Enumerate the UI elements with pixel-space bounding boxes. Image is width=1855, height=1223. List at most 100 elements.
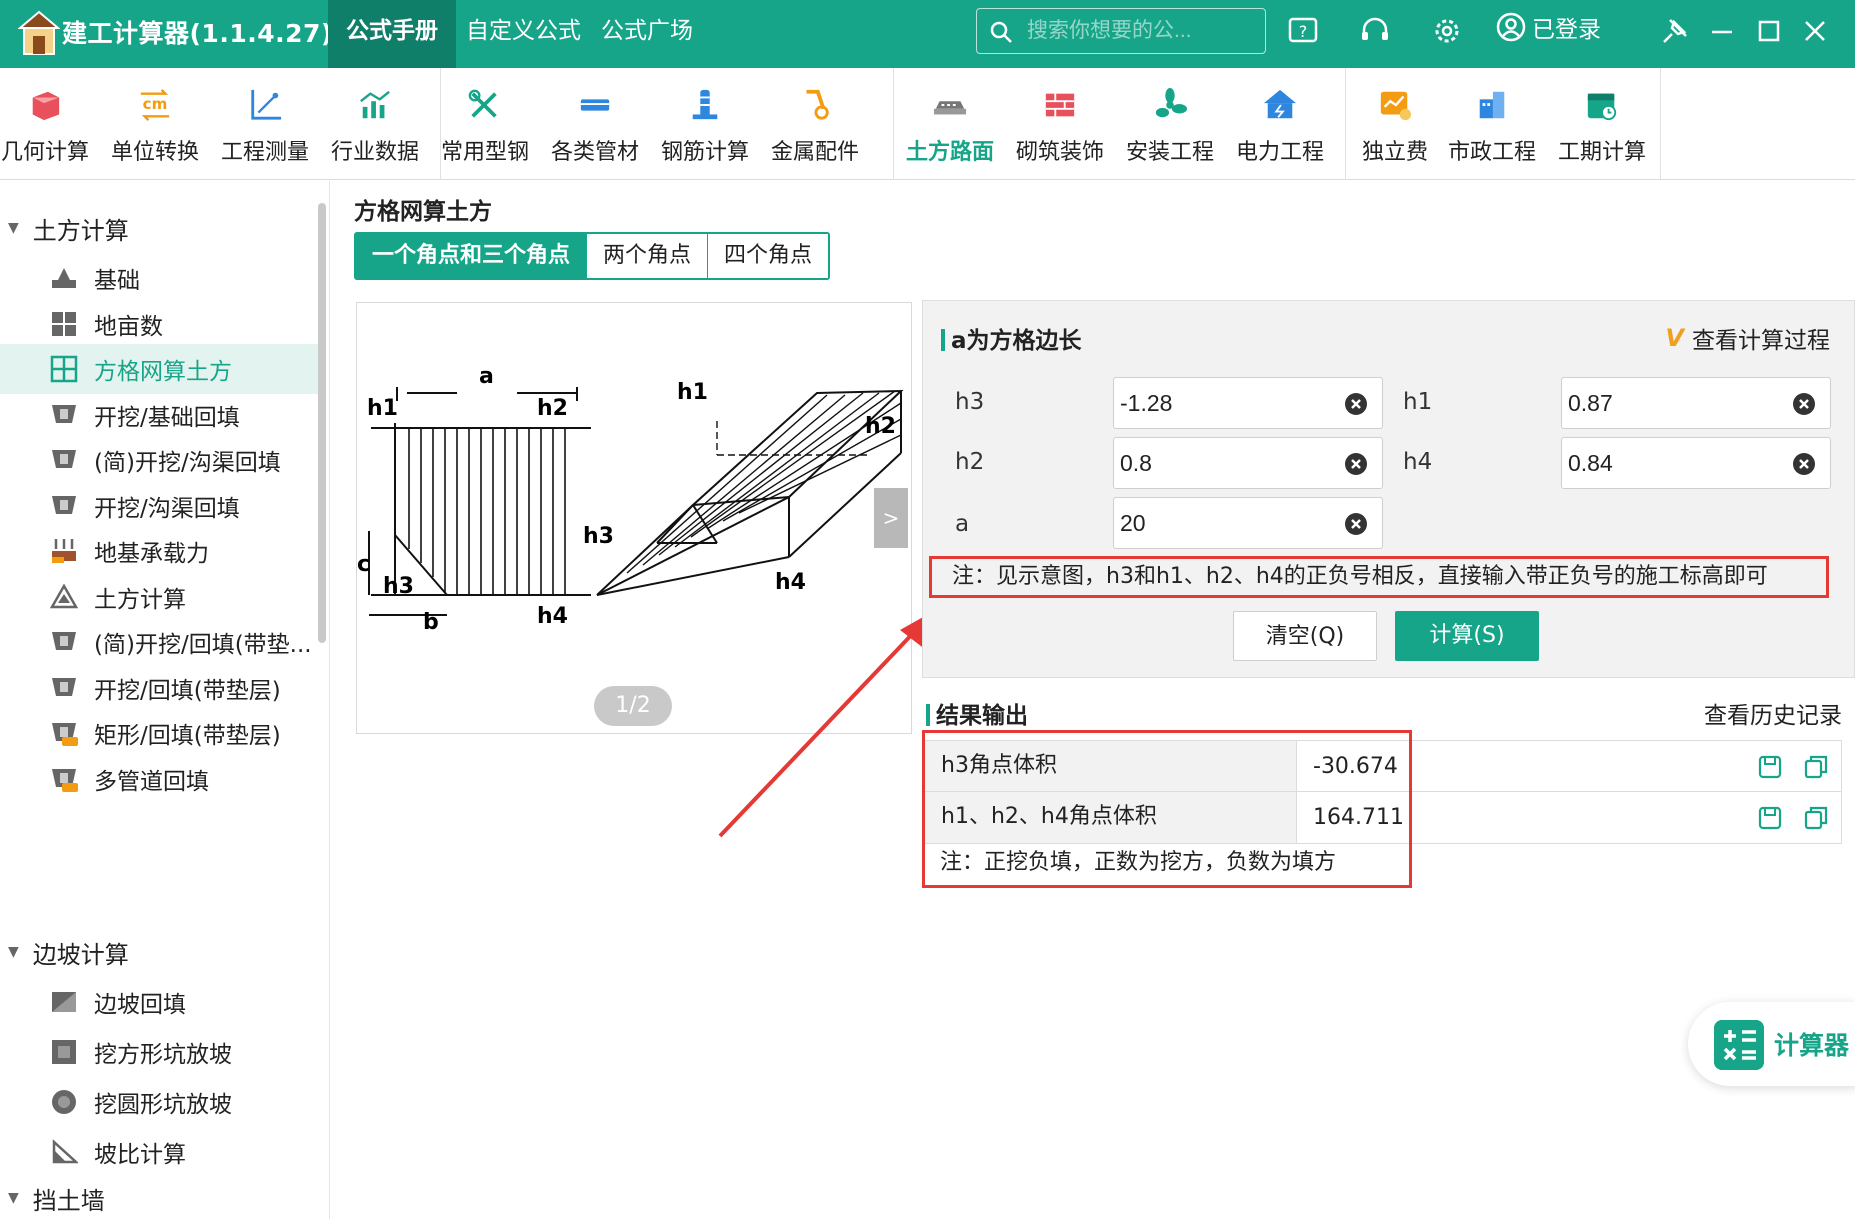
sidebar-item[interactable]: 开挖/沟渠回填	[0, 481, 318, 531]
h2-input[interactable]	[1118, 446, 1338, 480]
ribbon-separator	[1660, 68, 1661, 180]
sidebar-item[interactable]: 地亩数	[0, 299, 318, 349]
h3-input[interactable]	[1118, 386, 1338, 420]
sidebar-item-label: 开挖/沟渠回填	[94, 495, 240, 522]
search-icon	[990, 21, 1012, 43]
close-icon[interactable]	[1798, 14, 1832, 48]
sidebar-item[interactable]: 挖圆形坑放坡	[0, 1077, 318, 1127]
ribbon-item-label: 几何计算	[0, 140, 89, 165]
tab-custom-formula[interactable]: 自定义公式	[456, 0, 591, 68]
view-process-link[interactable]: V 查看计算过程	[1665, 321, 1830, 355]
sidebar-group-slope[interactable]: ▼ 边坡计算	[8, 927, 129, 977]
ribbon-item-hook[interactable]: 金属配件	[760, 68, 870, 180]
input-panel: a为方格边长 V 查看计算过程 h3 h1 h2 h4 a 注：见示意图，h3和…	[922, 300, 1855, 678]
top-tabs: 公式手册 自定义公式 公式广场	[328, 0, 703, 68]
save-icon[interactable]	[1757, 805, 1783, 831]
ribbon-item-cube[interactable]: 几何计算	[0, 68, 100, 180]
minimize-icon[interactable]	[1705, 14, 1739, 48]
sidebar-item[interactable]: 坡比计算	[0, 1127, 318, 1177]
search-box[interactable]	[976, 8, 1266, 54]
calculator-fab[interactable]: 计算器	[1688, 1002, 1855, 1086]
clear-icon[interactable]	[1344, 512, 1368, 536]
label-h1-left: h1	[367, 396, 398, 421]
h2-field[interactable]	[1113, 437, 1383, 489]
h3-field[interactable]	[1113, 377, 1383, 429]
ribbon-item-rebar[interactable]: 钢筋计算	[650, 68, 760, 180]
view-history-link[interactable]: 查看历史记录	[1704, 696, 1842, 730]
clear-icon[interactable]	[1344, 392, 1368, 416]
chart-icon	[360, 90, 390, 119]
sidebar-item[interactable]: (简)开挖/回填(带垫...	[0, 617, 318, 667]
sidebar-item[interactable]: 开挖/回填(带垫层)	[0, 663, 318, 713]
login-status[interactable]: 已登录	[1496, 10, 1601, 44]
h1-input[interactable]	[1566, 386, 1786, 420]
sidebar-item[interactable]: 挖方形坑放坡	[0, 1027, 318, 1077]
ribbon-item-fee[interactable]: 独立费	[1340, 68, 1450, 180]
page-title: 方格网算土方	[354, 199, 492, 225]
ribbon-item-power-house[interactable]: 电力工程	[1225, 68, 1335, 180]
sidebar-scrollbar[interactable]	[318, 203, 326, 643]
tab-four-corners[interactable]: 四个角点	[707, 234, 829, 278]
sidebar-item[interactable]: 土方计算	[0, 572, 318, 622]
hook-icon	[806, 89, 829, 120]
save-icon[interactable]	[1757, 754, 1783, 780]
ribbon-item-city[interactable]: 市政工程	[1437, 68, 1547, 180]
a-input[interactable]	[1118, 506, 1338, 540]
sidebar-item[interactable]: (简)开挖/沟渠回填	[0, 435, 318, 485]
clear-icon[interactable]	[1792, 392, 1816, 416]
diagram-next-button[interactable]: >	[874, 488, 908, 548]
calculate-button[interactable]: 计算(S)	[1395, 611, 1539, 661]
sidebar-item[interactable]: 矩形/回填(带垫层)	[0, 708, 318, 758]
tab-formula-manual[interactable]: 公式手册	[328, 0, 456, 68]
ribbon-item-pipe[interactable]: 各类管材	[540, 68, 650, 180]
ribbon-item-axis[interactable]: 工程测量	[210, 68, 320, 180]
ribbon-item-tools[interactable]: 常用型钢	[430, 68, 540, 180]
sidebar-group-retaining-wall[interactable]: ▼ 挡土墙	[8, 1173, 105, 1223]
ribbon-item-road[interactable]: 土方路面	[895, 68, 1005, 180]
trench-vip-icon	[52, 723, 78, 746]
pin-icon[interactable]	[1658, 14, 1692, 48]
search-input[interactable]	[1025, 15, 1255, 47]
sidebar-group-label: 挡土墙	[32, 1186, 105, 1215]
h4-field[interactable]	[1561, 437, 1831, 489]
ribbon-item-calendar[interactable]: 工期计算	[1547, 68, 1657, 180]
gear-icon[interactable]	[1430, 14, 1464, 48]
sidebar-item[interactable]: 地基承载力	[0, 526, 318, 576]
caret-down-icon: ▼	[8, 220, 19, 236]
sidebar-group-earthwork[interactable]: ▼ 土方计算	[8, 203, 129, 253]
tab-one-and-three-corners[interactable]: 一个角点和三个角点	[356, 234, 587, 278]
maximize-icon[interactable]	[1752, 14, 1786, 48]
tab-formula-square[interactable]: 公式广场	[591, 0, 703, 68]
cm-convert-icon: cm	[140, 89, 170, 121]
clear-icon[interactable]	[1792, 452, 1816, 476]
svg-text:cm: cm	[143, 95, 168, 113]
axis-icon	[251, 89, 282, 120]
h1-field[interactable]	[1561, 377, 1831, 429]
fan-icon	[1155, 88, 1187, 118]
sidebar-item[interactable]: 边坡回填	[0, 977, 318, 1027]
power-house-icon	[1263, 89, 1297, 119]
ribbon-item-brick[interactable]: 砌筑装饰	[1005, 68, 1115, 180]
h4-input[interactable]	[1566, 446, 1786, 480]
tab-two-corners[interactable]: 两个角点	[586, 234, 708, 278]
ribbon-item-fan[interactable]: 安装工程	[1115, 68, 1225, 180]
sidebar-item[interactable]: 基础	[0, 253, 318, 303]
ribbon-item-cm-convert[interactable]: cm 单位转换	[100, 68, 210, 180]
ribbon-item-chart[interactable]: 行业数据	[320, 68, 430, 180]
sidebar-item[interactable]: 多管道回填	[0, 754, 318, 804]
help-icon[interactable]: ?	[1286, 14, 1320, 48]
sidebar-item[interactable]: 方格网算土方	[0, 344, 318, 394]
headset-icon[interactable]	[1358, 14, 1392, 48]
clear-icon[interactable]	[1344, 452, 1368, 476]
copy-icon[interactable]	[1803, 805, 1829, 831]
sidebar-item-label: 地亩数	[94, 313, 163, 340]
sidebar-item[interactable]: 开挖/基础回填	[0, 390, 318, 440]
label-h4-left: h4	[537, 604, 568, 629]
clear-button[interactable]: 清空(Q)	[1233, 611, 1377, 661]
copy-icon[interactable]	[1803, 754, 1829, 780]
a-field[interactable]	[1113, 497, 1383, 549]
ribbon-separator	[893, 68, 894, 180]
title-bar: 建工计算器(1.1.4.27) 公式手册 自定义公式 公式广场 ? 已登录	[0, 0, 1855, 68]
trench-icon	[52, 404, 76, 423]
road-icon	[933, 101, 967, 115]
